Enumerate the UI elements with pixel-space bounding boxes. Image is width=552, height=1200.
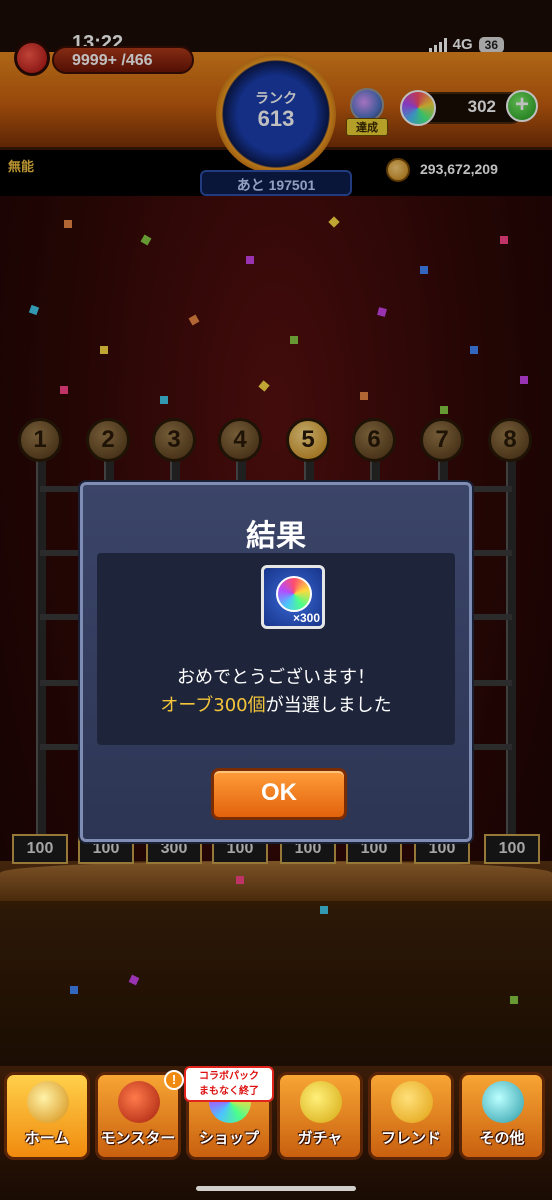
collab-banner[interactable]: コラボパック まもなく終了 bbox=[184, 1066, 274, 1102]
nav-gacha[interactable]: ガチャ bbox=[277, 1072, 363, 1160]
result-highlight: オーブ300個 bbox=[160, 695, 266, 716]
nav-gacha-label: ガチャ bbox=[297, 1129, 343, 1147]
orb-icon bbox=[276, 576, 312, 612]
congrats-message: おめでとうございます！ bbox=[177, 667, 375, 688]
nav-friend-label: フレンド bbox=[380, 1129, 441, 1147]
dialog-title: 結果 bbox=[246, 519, 306, 554]
nav-shop-label: ショップ bbox=[198, 1129, 259, 1147]
result-rest: が当選しました bbox=[265, 695, 392, 716]
nav-other-label: その他 bbox=[479, 1129, 525, 1147]
result-dialog: 結果 ×300 おめでとうございます！ オーブ300個が当選しました OK bbox=[80, 482, 472, 842]
collab-line2: まもなく終了 bbox=[199, 1086, 259, 1097]
gacha-icon bbox=[300, 1081, 342, 1123]
other-icon bbox=[482, 1081, 524, 1123]
nav-other[interactable]: その他 bbox=[459, 1072, 545, 1160]
bottom-nav: ホーム モンスター ショップ ガチャ フレンド その他 bbox=[0, 1066, 552, 1200]
nav-home-label: ホーム bbox=[24, 1129, 70, 1147]
dialog-content: ×300 おめでとうございます！ オーブ300個が当選しました bbox=[97, 553, 455, 745]
nav-monster-label: モンスター bbox=[100, 1129, 176, 1147]
monster-icon bbox=[118, 1081, 160, 1123]
home-icon bbox=[27, 1081, 69, 1123]
ok-button[interactable]: OK bbox=[211, 768, 347, 820]
result-message: オーブ300個が当選しました bbox=[97, 691, 455, 717]
reward-item: ×300 bbox=[261, 565, 325, 629]
reward-quantity: ×300 bbox=[292, 611, 320, 625]
nav-friend[interactable]: フレンド bbox=[368, 1072, 454, 1160]
notification-badge: ! bbox=[164, 1070, 184, 1090]
collab-line1: コラボパック bbox=[199, 1071, 259, 1082]
home-indicator[interactable] bbox=[196, 1186, 356, 1191]
friend-icon bbox=[391, 1081, 433, 1123]
nav-home[interactable]: ホーム bbox=[4, 1072, 90, 1160]
